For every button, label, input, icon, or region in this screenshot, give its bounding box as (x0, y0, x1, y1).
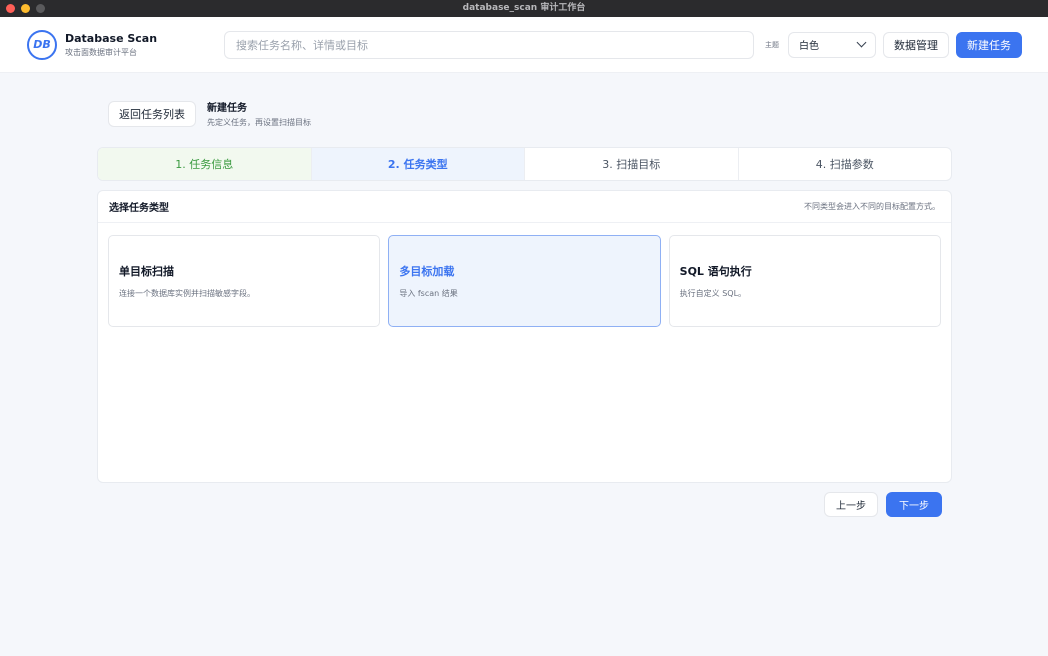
next-step-button[interactable]: 下一步 (886, 492, 942, 517)
step-scan-target[interactable]: 3. 扫描目标 (525, 148, 739, 180)
wizard-footer: 上一步 下一步 (97, 492, 942, 517)
step-task-type[interactable]: 2. 任务类型 (311, 148, 525, 180)
search-input[interactable]: 搜索任务名称、详情或目标 (224, 30, 754, 59)
option-title: 多目标加载 (399, 265, 455, 278)
option-title: 单目标扫描 (119, 265, 174, 278)
window-titlebar: database_scan 审计工作台 (0, 0, 1048, 17)
option-desc: 连接一个数据库实例并扫描敏感字段。 (119, 289, 255, 298)
app-subtitle: 攻击面数据审计平台 (65, 47, 137, 57)
step-task-info[interactable]: 1. 任务信息 (98, 148, 312, 180)
back-to-list-button[interactable]: 返回任务列表 (108, 100, 196, 127)
theme-label: 主题 (765, 40, 779, 49)
theme-select[interactable]: 白色 (788, 31, 876, 58)
page-title: 新建任务 (207, 103, 247, 114)
app-logo: DB Database Scan 攻击面数据审计平台 (27, 29, 224, 60)
logo-icon: DB (27, 29, 57, 60)
panel-title: 选择任务类型 (109, 203, 169, 214)
page-content: 返回任务列表 新建任务 先定义任务，再设置扫描目标 1. 任务信息 2. 任务类… (0, 99, 1048, 517)
task-type-options: 单目标扫描 连接一个数据库实例并扫描敏感字段。 多目标加载 导入 fscan 结… (98, 223, 951, 327)
panel-header: 选择任务类型 不同类型会进入不同的目标配置方式。 (98, 191, 951, 223)
page-subtitle: 先定义任务，再设置扫描目标 (207, 118, 311, 127)
step-scan-params[interactable]: 4. 扫描参数 (739, 148, 952, 180)
new-task-button[interactable]: 新建任务 (956, 31, 1022, 58)
panel-hint: 不同类型会进入不同的目标配置方式。 (804, 202, 940, 211)
breadcrumb: 返回任务列表 新建任务 先定义任务，再设置扫描目标 (108, 99, 952, 128)
option-sql-exec[interactable]: SQL 语句执行 执行自定义 SQL。 (668, 235, 941, 327)
option-desc: 导入 fscan 结果 (399, 289, 458, 298)
chevron-down-icon (856, 37, 867, 48)
option-title: SQL 语句执行 (679, 265, 752, 278)
wizard-steps: 1. 任务信息 2. 任务类型 3. 扫描目标 4. 扫描参数 (97, 147, 952, 181)
option-multi-target[interactable]: 多目标加载 导入 fscan 结果 (388, 235, 661, 327)
task-type-panel: 选择任务类型 不同类型会进入不同的目标配置方式。 单目标扫描 连接一个数据库实例… (97, 190, 952, 483)
prev-step-button[interactable]: 上一步 (824, 492, 878, 517)
option-desc: 执行自定义 SQL。 (679, 289, 747, 298)
window-title: database_scan 审计工作台 (462, 3, 586, 13)
option-single-target[interactable]: 单目标扫描 连接一个数据库实例并扫描敏感字段。 (108, 235, 381, 327)
data-manage-button[interactable]: 数据管理 (883, 31, 949, 58)
theme-select-value: 白色 (799, 41, 819, 52)
app-name: Database Scan (65, 31, 158, 45)
app-header: DB Database Scan 攻击面数据审计平台 搜索任务名称、详情或目标 … (0, 17, 1048, 73)
